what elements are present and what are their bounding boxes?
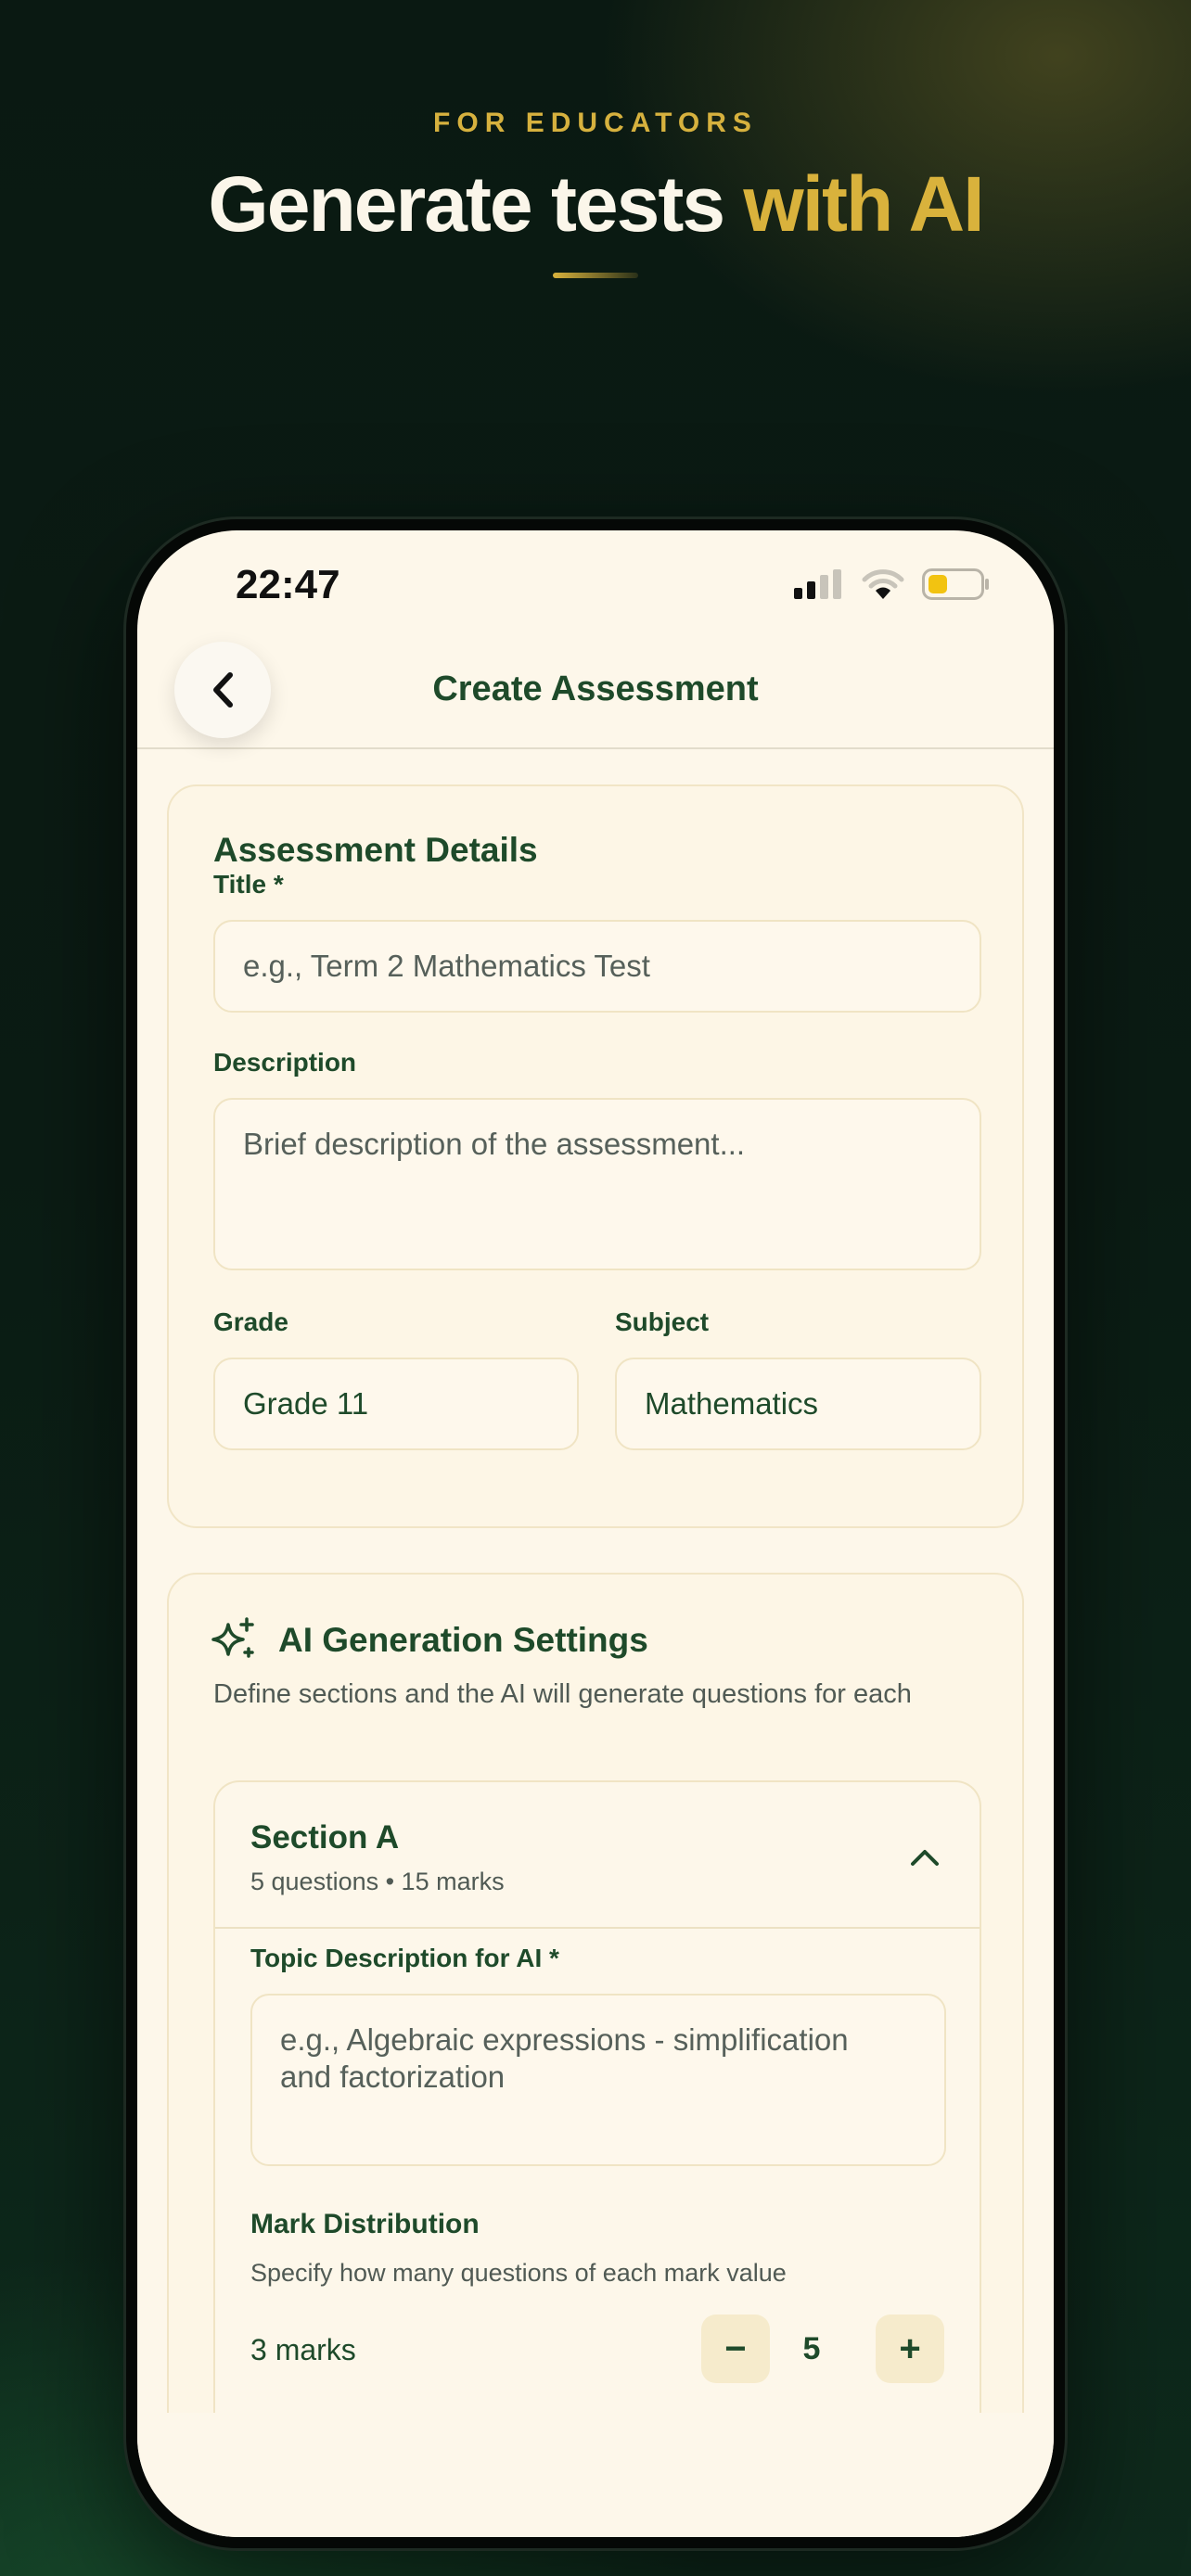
headline-underline bbox=[553, 273, 638, 278]
wifi-icon bbox=[862, 569, 904, 599]
increment-button[interactable]: + bbox=[876, 2315, 944, 2383]
status-time: 22:47 bbox=[236, 562, 340, 607]
grade-label: Grade bbox=[213, 1307, 288, 1336]
nav-bar: Create Assessment bbox=[137, 632, 1054, 749]
sparkles-icon bbox=[211, 1617, 254, 1658]
section-a-panel: Section A 5 questions • 15 marks Topic D… bbox=[213, 1780, 981, 2522]
section-title: Section A bbox=[250, 1819, 400, 1855]
page-title: Create Assessment bbox=[432, 670, 759, 708]
grade-field[interactable]: Grade 11 bbox=[213, 1358, 579, 1450]
hero-headline: Generate tests with AI bbox=[0, 159, 1191, 249]
status-icons bbox=[794, 567, 991, 601]
subject-field[interactable]: Mathematics bbox=[615, 1358, 981, 1450]
section-meta: 5 questions • 15 marks bbox=[250, 1868, 505, 1895]
decrement-button[interactable]: − bbox=[701, 2315, 770, 2383]
section-a-header[interactable]: Section A 5 questions • 15 marks bbox=[215, 1782, 980, 1929]
description-input[interactable]: Brief description of the assessment... bbox=[213, 1098, 981, 1270]
phone-screen: 22:47 Create Assessment Assessment Detai… bbox=[137, 530, 1054, 2537]
ai-settings-card: AI Generation Settings Define sections a… bbox=[167, 1573, 1024, 2522]
headline-main: Generate tests bbox=[208, 160, 744, 248]
mark-distribution-helper: Specify how many questions of each mark … bbox=[250, 2259, 787, 2287]
mark-count: 5 bbox=[802, 2331, 821, 2366]
bottom-safe-area bbox=[137, 2413, 1054, 2537]
topic-input[interactable]: e.g., Algebraic expressions - simplifica… bbox=[250, 1994, 946, 2166]
headline-accent: with AI bbox=[743, 160, 984, 248]
status-bar: 22:47 bbox=[137, 530, 1054, 632]
hero-eyebrow: FOR EDUCATORS bbox=[433, 108, 758, 138]
ai-settings-heading: AI Generation Settings bbox=[278, 1621, 648, 1659]
battery-icon bbox=[922, 568, 989, 600]
title-input[interactable]: e.g., Term 2 Mathematics Test bbox=[213, 920, 981, 1013]
topic-label: Topic Description for AI * bbox=[250, 1944, 559, 1972]
chevron-up-icon[interactable] bbox=[909, 1847, 941, 1868]
description-label: Description bbox=[213, 1048, 357, 1077]
details-heading: Assessment Details bbox=[213, 831, 538, 869]
signal-icon bbox=[794, 569, 841, 599]
ai-settings-subtitle: Define sections and the AI will generate… bbox=[213, 1679, 912, 1709]
assessment-details-card: Assessment Details Title * e.g., Term 2 … bbox=[167, 784, 1024, 1528]
subject-label: Subject bbox=[615, 1307, 710, 1336]
mark-distribution-label: Mark Distribution bbox=[250, 2209, 480, 2239]
mark-row-label: 3 marks bbox=[250, 2333, 356, 2366]
title-label: Title * bbox=[213, 870, 284, 899]
